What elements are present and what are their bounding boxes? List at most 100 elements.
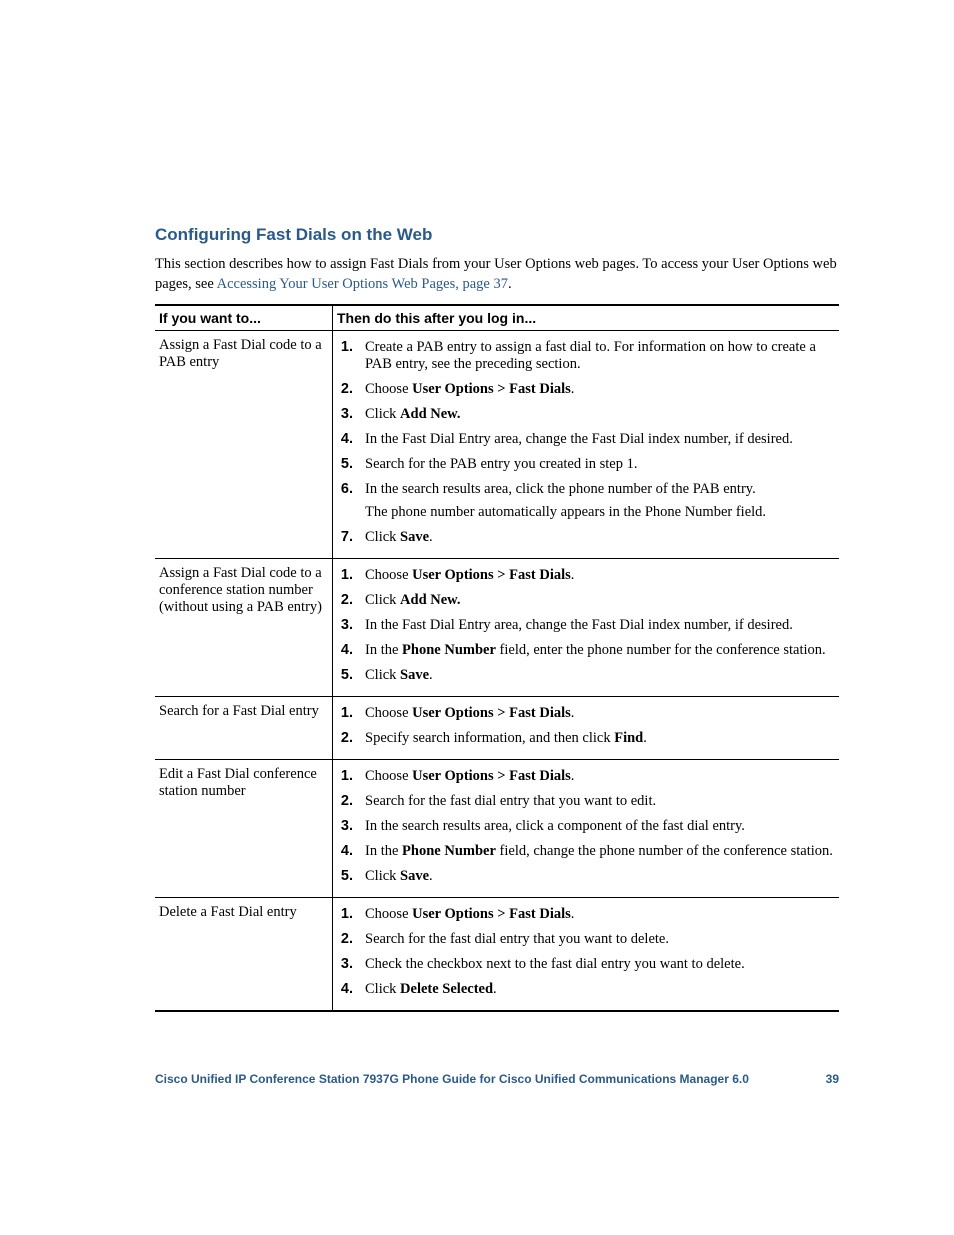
table-row: Delete a Fast Dial entry1. Choose User Op… (155, 898, 839, 1012)
step-body: Click Delete Selected. (365, 981, 835, 998)
step-item: 2. Choose User Options > Fast Dials. (337, 379, 835, 404)
intro-text-2: . (508, 276, 512, 292)
step-number: 4. (337, 431, 353, 447)
step-item: 3. Click Add New. (337, 404, 835, 429)
table-header-left: If you want to... (155, 305, 333, 331)
step-body: Choose User Options > Fast Dials. (365, 567, 835, 584)
step-number: 2. (337, 381, 353, 397)
steps-list: 1. Choose User Options > Fast Dials. 2. Sea… (337, 904, 835, 1004)
step-body: In the search results area, click the ph… (365, 481, 835, 521)
step-body: Choose User Options > Fast Dials. (365, 705, 835, 722)
step-item: 2.Specify search information, and then c… (337, 728, 835, 753)
steps-cell: 1. Create a PAB entry to assign a fast di… (333, 331, 840, 559)
want-cell: Edit a Fast Dial conference station numb… (155, 760, 333, 898)
step-item: 7. Click Save. (337, 527, 835, 552)
want-cell: Assign a Fast Dial code to a PAB entry (155, 331, 333, 559)
step-item: 2. Click Add New. (337, 590, 835, 615)
step-item: 4. In the Fast Dial Entry area, change th… (337, 429, 835, 454)
step-number: 1. (337, 906, 353, 922)
step-item: 1. Choose User Options > Fast Dials. (337, 565, 835, 590)
want-cell: Delete a Fast Dial entry (155, 898, 333, 1012)
step-body: Search for the fast dial entry that you … (365, 793, 835, 810)
step-item: 3. In the Fast Dial Entry area, change th… (337, 615, 835, 640)
step-number: 1. (337, 705, 353, 721)
steps-cell: 1. Choose User Options > Fast Dials. 2. Sea… (333, 898, 840, 1012)
step-number: 1. (337, 339, 353, 355)
step-body: In the Fast Dial Entry area, change the … (365, 617, 835, 634)
footer-title: Cisco Unified IP Conference Station 7937… (155, 1072, 809, 1086)
step-number: 2. (337, 793, 353, 809)
step-item: 6. In the search results area, click the … (337, 479, 835, 527)
step-item: 2. Search for the fast dial entry that yo… (337, 929, 835, 954)
step-number: 5. (337, 868, 353, 884)
step-number: 2. (337, 592, 353, 608)
step-number: 2. (337, 931, 353, 947)
want-cell: Assign a Fast Dial code to a conference … (155, 559, 333, 697)
step-number: 1. (337, 567, 353, 583)
steps-cell: 1. Choose User Options > Fast Dials. 2.Spe… (333, 697, 840, 760)
step-body: Choose User Options > Fast Dials. (365, 381, 835, 398)
step-sub: The phone number automatically appears i… (365, 504, 835, 521)
step-body: Click Add New. (365, 406, 835, 423)
page-content: Configuring Fast Dials on the Web This s… (0, 0, 954, 1146)
step-body: Click Save. (365, 667, 835, 684)
step-item: 5. Search for the PAB entry you created i… (337, 454, 835, 479)
step-item: 1. Choose User Options > Fast Dials. (337, 703, 835, 728)
steps-list: 1. Create a PAB entry to assign a fast di… (337, 337, 835, 552)
intro-link[interactable]: Accessing Your User Options Web Pages, p… (217, 276, 508, 292)
step-item: 5. Click Save. (337, 866, 835, 891)
table-row: Edit a Fast Dial conference station numb… (155, 760, 839, 898)
step-body: In the Phone Number field, enter the pho… (365, 642, 835, 659)
step-number: 4. (337, 981, 353, 997)
table-row: Assign a Fast Dial code to a conference … (155, 559, 839, 697)
step-number: 5. (337, 667, 353, 683)
step-number: 1. (337, 768, 353, 784)
step-number: 4. (337, 642, 353, 658)
step-item: 4. In the Phone Number field, change the … (337, 841, 835, 866)
step-number: 6. (337, 481, 353, 497)
step-body: Choose User Options > Fast Dials. (365, 906, 835, 923)
instructions-table: If you want to... Then do this after you… (155, 304, 839, 1012)
step-number: 3. (337, 818, 353, 834)
steps-list: 1. Choose User Options > Fast Dials. 2. Cli… (337, 565, 835, 690)
want-cell: Search for a Fast Dial entry (155, 697, 333, 760)
step-body: Create a PAB entry to assign a fast dial… (365, 339, 835, 373)
step-number: 3. (337, 617, 353, 633)
table-row: Search for a Fast Dial entry1. Choose Use… (155, 697, 839, 760)
step-item: 3. In the search results area, click a co… (337, 816, 835, 841)
step-body: Click Add New. (365, 592, 835, 609)
step-body: Click Save. (365, 868, 835, 885)
step-number: 3. (337, 956, 353, 972)
step-body: Specify search information, and then cli… (365, 730, 835, 747)
step-body: In the search results area, click a comp… (365, 818, 835, 835)
footer-page-number: 39 (809, 1072, 839, 1086)
step-number: 7. (337, 529, 353, 545)
step-body: In the Fast Dial Entry area, change the … (365, 431, 835, 448)
table-row: Assign a Fast Dial code to a PAB entry1.… (155, 331, 839, 559)
step-number: 3. (337, 406, 353, 422)
step-item: 1. Choose User Options > Fast Dials. (337, 904, 835, 929)
steps-list: 1. Choose User Options > Fast Dials. 2.Spe… (337, 703, 835, 753)
step-body: In the Phone Number field, change the ph… (365, 843, 835, 860)
step-body: Search for the fast dial entry that you … (365, 931, 835, 948)
step-item: 5. Click Save. (337, 665, 835, 690)
step-body: Choose User Options > Fast Dials. (365, 768, 835, 785)
step-item: 1. Create a PAB entry to assign a fast di… (337, 337, 835, 379)
section-heading: Configuring Fast Dials on the Web (155, 225, 839, 245)
table-header-right: Then do this after you log in... (333, 305, 840, 331)
step-item: 4. Click Delete Selected. (337, 979, 835, 1004)
step-body: Click Save. (365, 529, 835, 546)
steps-list: 1. Choose User Options > Fast Dials. 2. Sea… (337, 766, 835, 891)
step-number: 5. (337, 456, 353, 472)
step-item: 3. Check the checkbox next to the fast di… (337, 954, 835, 979)
intro-paragraph: This section describes how to assign Fas… (155, 255, 839, 294)
steps-cell: 1. Choose User Options > Fast Dials. 2. Sea… (333, 760, 840, 898)
page-footer: Cisco Unified IP Conference Station 7937… (155, 1072, 839, 1086)
step-body: Check the checkbox next to the fast dial… (365, 956, 835, 973)
steps-cell: 1. Choose User Options > Fast Dials. 2. Cli… (333, 559, 840, 697)
step-number: 4. (337, 843, 353, 859)
step-body: Search for the PAB entry you created in … (365, 456, 835, 473)
step-item: 1. Choose User Options > Fast Dials. (337, 766, 835, 791)
step-item: 4. In the Phone Number field, enter the p… (337, 640, 835, 665)
step-item: 2. Search for the fast dial entry that yo… (337, 791, 835, 816)
